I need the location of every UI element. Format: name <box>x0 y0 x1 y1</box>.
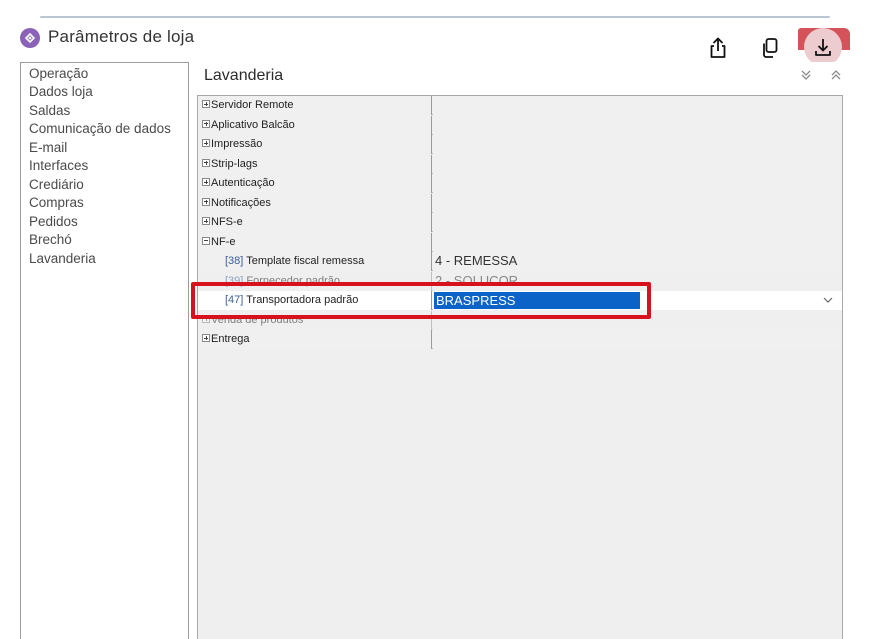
group-row[interactable]: NF-e <box>198 232 842 252</box>
group-value <box>433 193 842 213</box>
expand-icon[interactable] <box>202 197 210 206</box>
property-row[interactable]: [38] Template fiscal remessa 4 - REMESSA <box>198 252 842 271</box>
group-label: Aplicativo Balcão <box>211 118 295 131</box>
property-label: Transportadora padrão <box>246 294 359 306</box>
sidebar-item-operacao[interactable]: Operação <box>29 66 88 81</box>
download-icon[interactable] <box>804 28 842 66</box>
settings-panel: Lavanderia Servidor Remote Aplicativo Ba… <box>195 62 850 639</box>
group-row[interactable]: Autenticação <box>198 174 842 193</box>
collapse-icon[interactable] <box>202 236 210 245</box>
group-row[interactable]: Aplicativo Balcão <box>198 115 842 135</box>
expand-icon[interactable] <box>202 334 210 342</box>
group-value <box>433 213 842 232</box>
group-label: Impressão <box>211 138 263 150</box>
group-value <box>433 115 842 135</box>
sidebar-item-crediario[interactable]: Crediário <box>29 177 84 192</box>
store-settings-icon <box>20 28 40 48</box>
group-label: NF-e <box>211 235 236 248</box>
group-value <box>433 330 842 349</box>
property-value[interactable]: 4 - REMESSA <box>433 252 842 271</box>
group-label: Strip-lags <box>211 157 258 170</box>
group-row[interactable]: NFS-e <box>198 213 842 232</box>
property-grid: Servidor Remote Aplicativo Balcão Impres… <box>197 95 843 639</box>
group-label: Notificações <box>211 196 271 209</box>
group-value <box>433 154 842 174</box>
property-label: Fornecedor padrão <box>246 274 340 287</box>
expand-icon[interactable] <box>202 158 210 167</box>
property-label: Template fiscal remessa <box>246 255 365 267</box>
group-value <box>433 96 842 115</box>
property-row-selected[interactable]: [47] Transportadora padrão BRASPRESS <box>198 291 842 310</box>
sidebar-item-dados-loja[interactable]: Dados loja <box>29 84 93 99</box>
group-value <box>433 310 842 330</box>
group-value <box>433 232 842 252</box>
expand-icon[interactable] <box>202 178 210 186</box>
chevron-down-icon[interactable] <box>822 294 834 306</box>
group-value <box>433 174 842 193</box>
group-label: NFS-e <box>211 216 243 228</box>
property-row[interactable]: [39] Fornecedor padrão 2 - SOLUCOR <box>198 271 842 291</box>
group-row[interactable]: Strip-lags <box>198 154 842 174</box>
group-value <box>433 135 842 154</box>
group-label: Autenticação <box>211 177 275 189</box>
group-row[interactable]: Servidor Remote <box>198 96 842 115</box>
collapse-all-icon[interactable] <box>829 68 843 82</box>
group-label: Venda de produtos <box>211 313 304 326</box>
expand-icon[interactable] <box>202 139 210 147</box>
sidebar-item-pedidos[interactable]: Pedidos <box>29 214 78 229</box>
expand-icon[interactable] <box>202 100 210 108</box>
group-row[interactable]: Notificações <box>198 193 842 213</box>
category-list: Operação Dados loja Saldas Comunicação d… <box>20 62 189 639</box>
expand-icon[interactable] <box>202 217 210 225</box>
sidebar-item-brecho[interactable]: Brechó <box>29 232 72 247</box>
sidebar-item-saldas[interactable]: Saldas <box>29 103 70 118</box>
sidebar-item-email[interactable]: E-mail <box>29 140 67 155</box>
expand-all-icon[interactable] <box>799 68 813 82</box>
expand-icon[interactable] <box>202 119 210 128</box>
section-title: Lavanderia <box>204 67 284 84</box>
group-row[interactable]: Entrega <box>198 330 842 349</box>
group-label: Servidor Remote <box>211 99 294 111</box>
property-id: [47] <box>225 294 244 306</box>
sidebar-item-comunicacao-de-dados[interactable]: Comunicação de dados <box>29 121 171 136</box>
property-id: [38] <box>225 255 244 267</box>
group-row[interactable]: Impressão <box>198 135 842 154</box>
property-value[interactable]: 2 - SOLUCOR <box>433 271 842 291</box>
group-row[interactable]: Venda de produtos <box>198 310 842 330</box>
window-title: Parâmetros de loja <box>48 27 195 46</box>
selected-value[interactable]: BRASPRESS <box>434 292 640 309</box>
sidebar-item-lavanderia[interactable]: Lavanderia <box>29 251 96 266</box>
sidebar-item-compras[interactable]: Compras <box>29 195 84 210</box>
expand-icon[interactable] <box>202 314 210 323</box>
group-label: Entrega <box>211 333 250 345</box>
property-id: [39] <box>225 274 244 287</box>
sidebar-item-interfaces[interactable]: Interfaces <box>29 158 88 173</box>
